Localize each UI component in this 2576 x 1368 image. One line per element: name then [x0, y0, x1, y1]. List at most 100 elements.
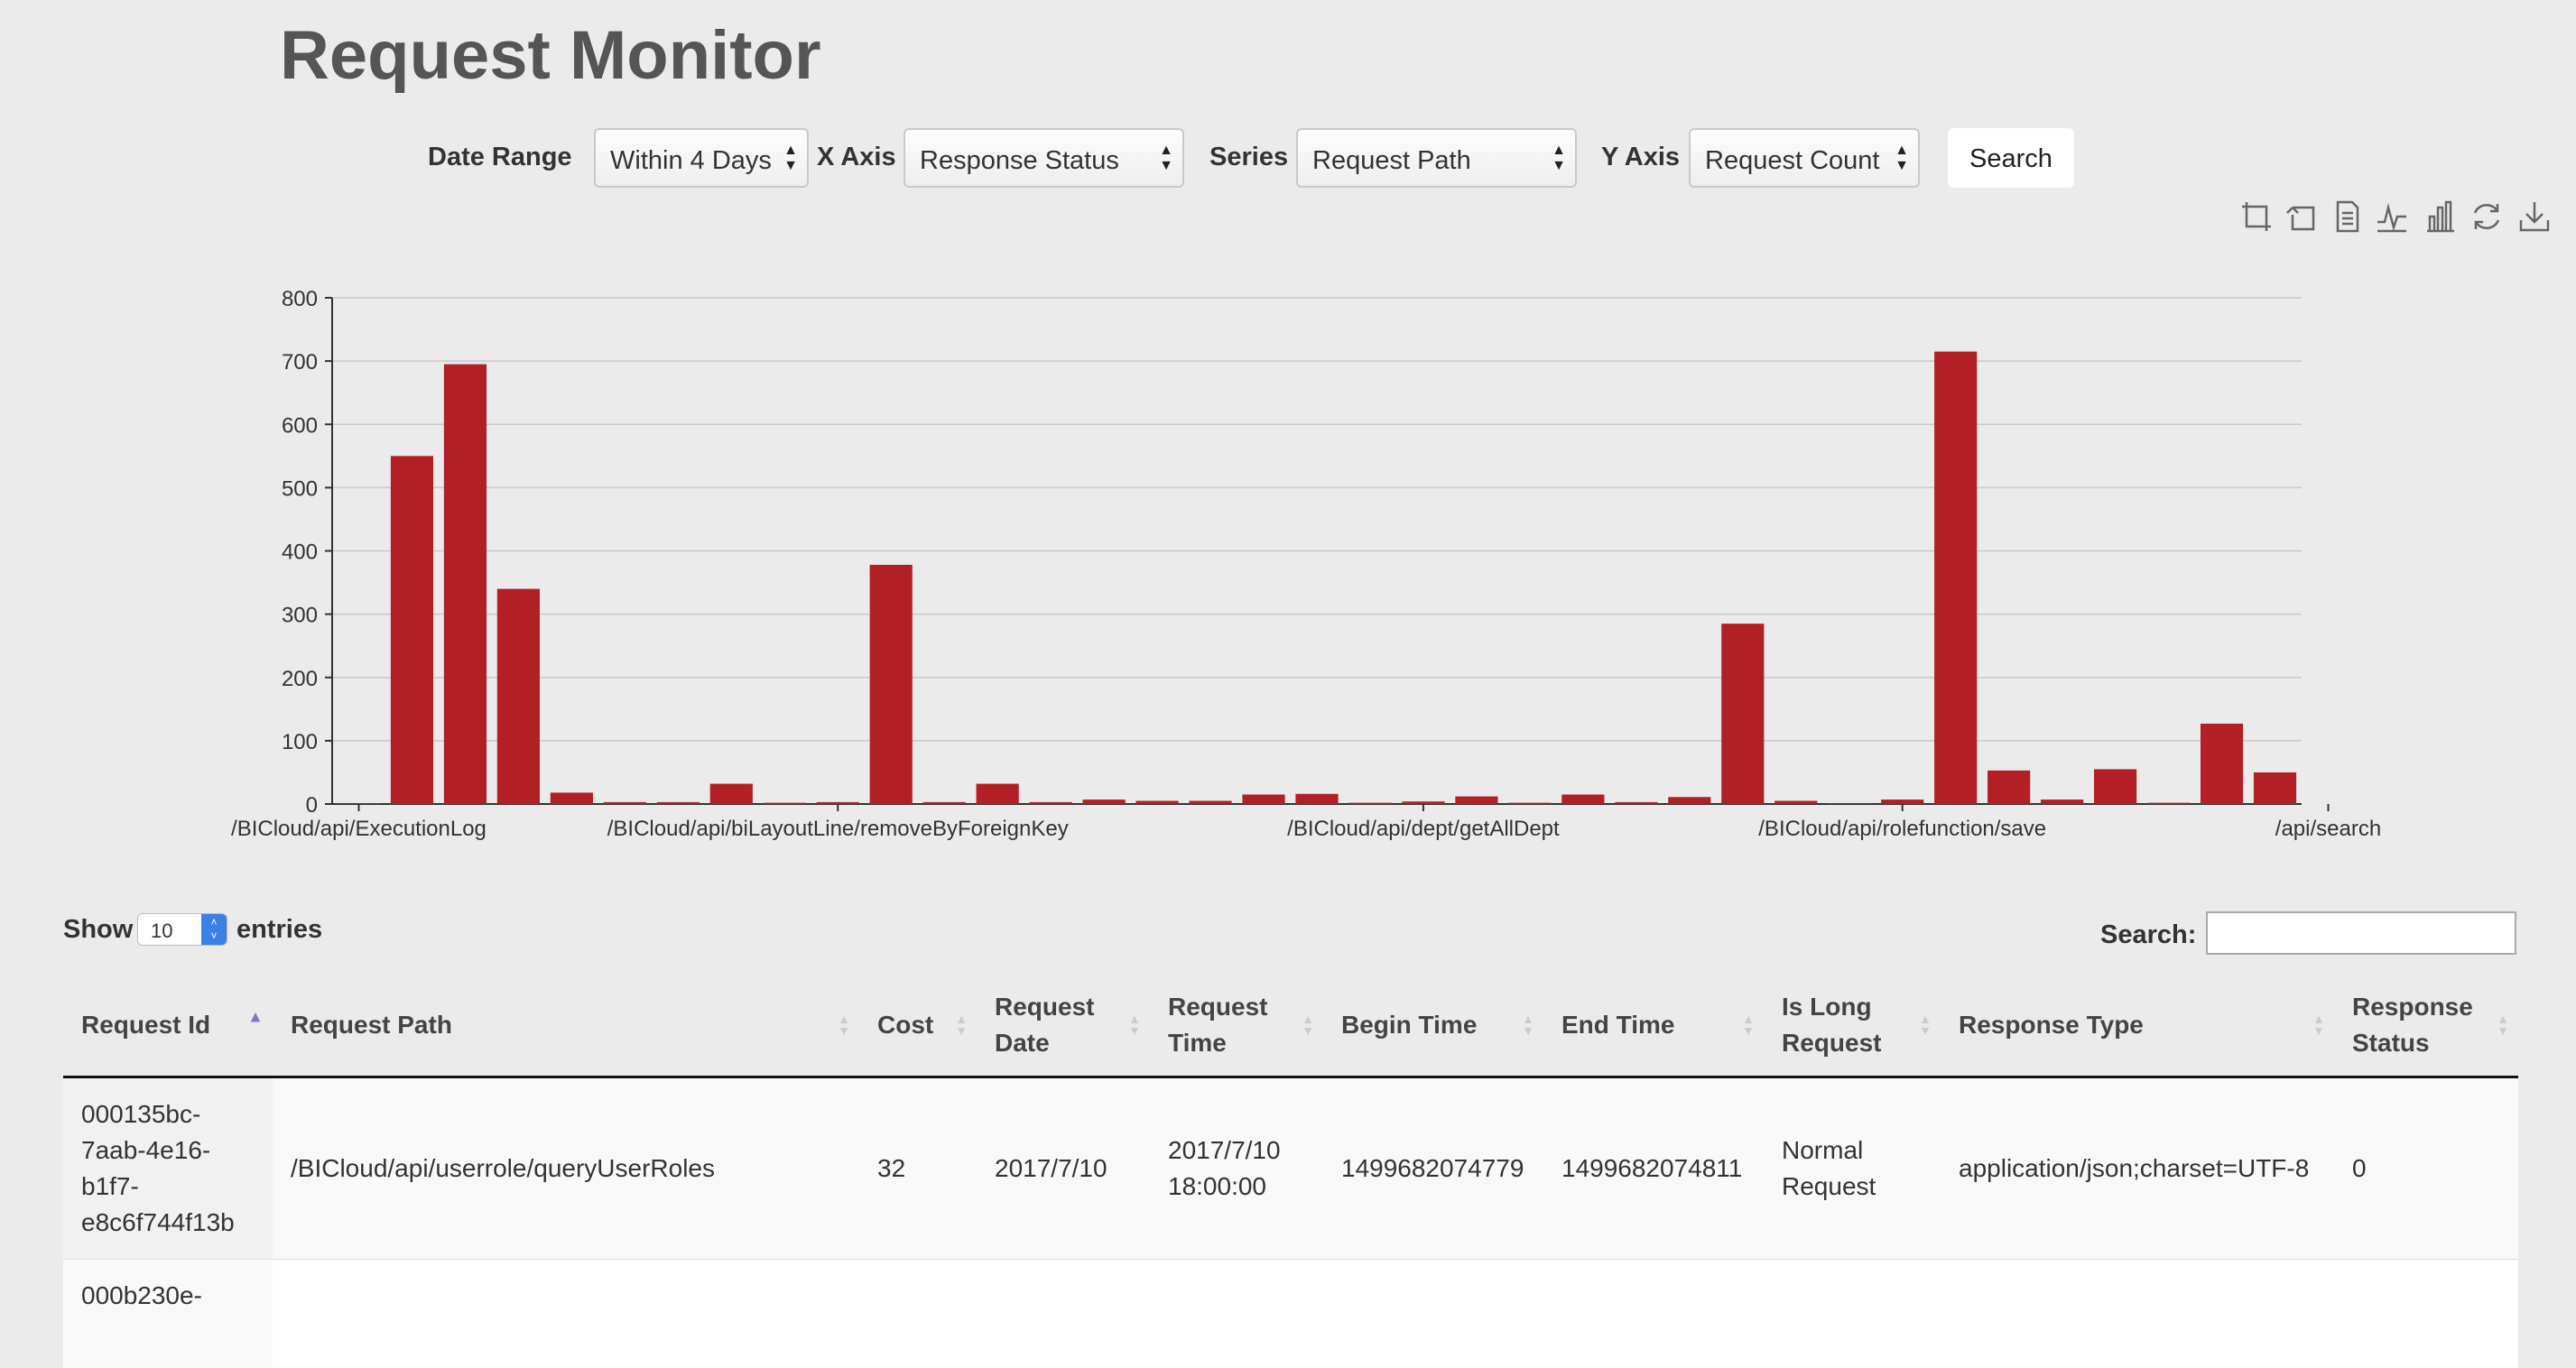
bar [1721, 624, 1764, 804]
table-controls: Show 10 ˄˅ entries Search: [0, 902, 2576, 966]
cell-request-id: 000b230e- [63, 1260, 273, 1368]
bar [1508, 803, 1551, 804]
cell-end-time: 1499682074811 [1543, 1077, 1764, 1260]
cell-request-id: 000135bc-7aab-4e16-b1f7-e8c6f744f13b [63, 1077, 273, 1260]
bar-chart-icon[interactable] [2422, 199, 2458, 235]
bar [1242, 794, 1284, 804]
line-chart-icon[interactable] [2374, 199, 2410, 235]
page-length-select[interactable]: 10 ˄˅ [137, 913, 227, 946]
bar [710, 784, 753, 804]
select-arrows-icon: ▲▼ [783, 143, 798, 173]
cell-response-status: 0 [2334, 1077, 2518, 1260]
bar [1934, 352, 1977, 804]
table-row[interactable]: 000135bc-7aab-4e16-b1f7-e8c6f744f13b /BI… [63, 1077, 2518, 1260]
bar [338, 803, 380, 804]
x-tick-label: /api/search [2275, 817, 2381, 841]
column-header-request-id[interactable]: Request Id▲ [63, 975, 273, 1077]
cell-request-date [977, 1260, 1150, 1368]
series-value: Request Path [1312, 146, 1471, 175]
x-tick-label: /BICloud/api/ExecutionLog [231, 817, 486, 841]
data-view-icon[interactable] [2329, 199, 2365, 235]
column-header-request-date[interactable]: Request Date▲▼ [977, 975, 1150, 1077]
zoom-icon[interactable] [2238, 199, 2275, 235]
bar [1668, 797, 1710, 804]
cell-request-time: 2017/7/10 18:00:00 [1150, 1077, 1323, 1260]
bar [1881, 800, 1923, 804]
request-table: Request Id▲ Request Path▲▼ Cost▲▼ Reques… [63, 975, 2518, 1368]
sort-icon: ▲▼ [1919, 1013, 1932, 1037]
table-row[interactable]: 000b230e- [63, 1260, 2518, 1368]
column-header-cost[interactable]: Cost▲▼ [859, 975, 977, 1077]
bar [391, 456, 433, 804]
y-tick-label: 400 [282, 541, 318, 565]
cell-begin-time [1323, 1260, 1543, 1368]
bar [1774, 800, 1817, 804]
bar [1189, 800, 1231, 804]
bar [2041, 800, 2083, 804]
cell-is-long-request: Normal Request [1764, 1077, 1941, 1260]
chevron-up-down-icon: ˄˅ [201, 914, 227, 945]
bar [1295, 794, 1338, 804]
bar [977, 784, 1019, 804]
table-search-input[interactable] [2206, 911, 2516, 955]
restore-icon[interactable] [2469, 199, 2505, 235]
bar [1348, 803, 1391, 804]
bar [657, 802, 700, 804]
y-axis-value: Request Count [1705, 146, 1879, 175]
search-button[interactable]: Search [1948, 128, 2074, 188]
bar [604, 802, 646, 804]
bar [817, 802, 859, 804]
date-range-select[interactable]: Within 4 Days ▲▼ [594, 128, 809, 188]
bar [2254, 772, 2296, 804]
x-axis-label: X Axis [817, 143, 896, 172]
page-length-value: 10 [151, 920, 172, 942]
bar [1030, 802, 1072, 804]
x-axis-select[interactable]: Response Status ▲▼ [903, 128, 1184, 188]
column-header-response-status[interactable]: Response Status▲▼ [2334, 975, 2518, 1077]
request-count-bar-chart: 0100200300400500600700800/BICloud/api/Ex… [0, 271, 2576, 848]
bar [923, 802, 966, 804]
column-header-end-time[interactable]: End Time▲▼ [1543, 975, 1764, 1077]
y-axis-select[interactable]: Request Count ▲▼ [1689, 128, 1920, 188]
y-tick-label: 700 [282, 350, 318, 374]
cell-request-date: 2017/7/10 [977, 1077, 1150, 1260]
zoom-reset-icon[interactable] [2284, 199, 2320, 235]
sort-icon: ▲▼ [1302, 1013, 1314, 1037]
y-tick-label: 100 [282, 730, 318, 754]
y-tick-label: 0 [306, 793, 318, 818]
bar [1828, 803, 1870, 804]
cell-response-type: application/json;charset=UTF-8 [1941, 1077, 2334, 1260]
save-image-icon[interactable] [2516, 199, 2553, 235]
bar [1402, 801, 1444, 804]
x-tick-label: /BICloud/api/biLayoutLine/removeByForeig… [607, 817, 1069, 841]
select-arrows-icon: ▲▼ [1159, 143, 1173, 173]
bar [1988, 771, 2030, 804]
column-header-is-long-request[interactable]: Is Long Request▲▼ [1764, 975, 1941, 1077]
sort-icon: ▲▼ [1742, 1013, 1755, 1037]
bar [2201, 724, 2243, 804]
cell-request-path [273, 1260, 859, 1368]
column-header-begin-time[interactable]: Begin Time▲▼ [1323, 975, 1543, 1077]
sort-icon: ▲▼ [838, 1013, 850, 1037]
y-tick-label: 300 [282, 604, 318, 628]
date-range-label: Date Range [428, 143, 572, 172]
sort-icon: ▲▼ [1128, 1013, 1141, 1037]
filter-bar: Date Range Within 4 Days ▲▼ X Axis Respo… [0, 0, 2576, 199]
date-range-value: Within 4 Days [610, 146, 772, 175]
cell-request-time [1150, 1260, 1323, 1368]
column-header-request-time[interactable]: Request Time▲▼ [1150, 975, 1323, 1077]
column-header-request-path[interactable]: Request Path▲▼ [273, 975, 859, 1077]
x-tick-label: /BICloud/api/dept/getAllDept [1287, 817, 1560, 841]
cell-response-status [2334, 1260, 2518, 1368]
sort-icon: ▲▼ [955, 1013, 968, 1037]
chart-toolbox [2238, 199, 2554, 235]
series-select[interactable]: Request Path ▲▼ [1296, 128, 1577, 188]
select-arrows-icon: ▲▼ [1895, 143, 1909, 173]
bar [2094, 769, 2136, 804]
column-header-response-type[interactable]: Response Type▲▼ [1941, 975, 2334, 1077]
bar [1135, 800, 1178, 804]
cell-cost: 32 [859, 1077, 977, 1260]
bar [2147, 803, 2190, 804]
sort-icon: ▲▼ [2497, 1013, 2509, 1037]
bar [497, 589, 540, 804]
